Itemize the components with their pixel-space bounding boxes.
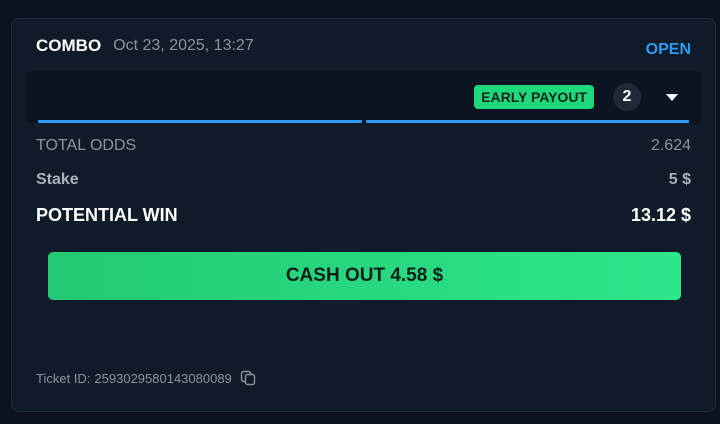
bet-legs-toggle[interactable]: EARLY PAYOUT 2 <box>26 71 701 123</box>
potential-win-value: 13.12 $ <box>630 205 691 225</box>
legs-count-badge: 2 <box>613 83 641 111</box>
stake-label: Stake <box>36 171 79 188</box>
caret-down-icon[interactable] <box>665 91 679 103</box>
copy-icon[interactable] <box>240 370 256 386</box>
ticket-id-value: 2593029580143080089 <box>94 370 232 386</box>
total-odds-label: TOTAL ODDS <box>36 137 137 154</box>
bet-type-label: COMBO <box>36 36 102 55</box>
stake-value: 5 $ <box>668 171 691 188</box>
total-odds-row: TOTAL ODDS 2.624 <box>36 137 691 155</box>
total-odds-value: 2.624 <box>650 137 691 154</box>
progress-segment <box>365 120 689 123</box>
ticket-id-label: Ticket ID: <box>36 370 91 386</box>
potential-win-row: POTENTIAL WIN 13.12 $ <box>36 205 691 226</box>
stake-row: Stake 5 $ <box>36 171 691 189</box>
bet-header: COMBO Oct 23, 2025, 13:27 OPEN <box>36 33 691 59</box>
ticket-id: Ticket ID: 2593029580143080089 <box>36 370 256 386</box>
early-payout-badge: EARLY PAYOUT <box>474 85 594 109</box>
cash-out-button[interactable]: CASH OUT 4.58 $ <box>48 252 681 300</box>
progress-segment <box>38 120 362 123</box>
potential-win-label: POTENTIAL WIN <box>36 205 178 225</box>
legs-progress <box>38 120 689 123</box>
bet-status-badge: OPEN <box>645 41 691 58</box>
bet-card: COMBO Oct 23, 2025, 13:27 OPEN EARLY PAY… <box>11 18 716 412</box>
bet-date: Oct 23, 2025, 13:27 <box>113 37 254 54</box>
